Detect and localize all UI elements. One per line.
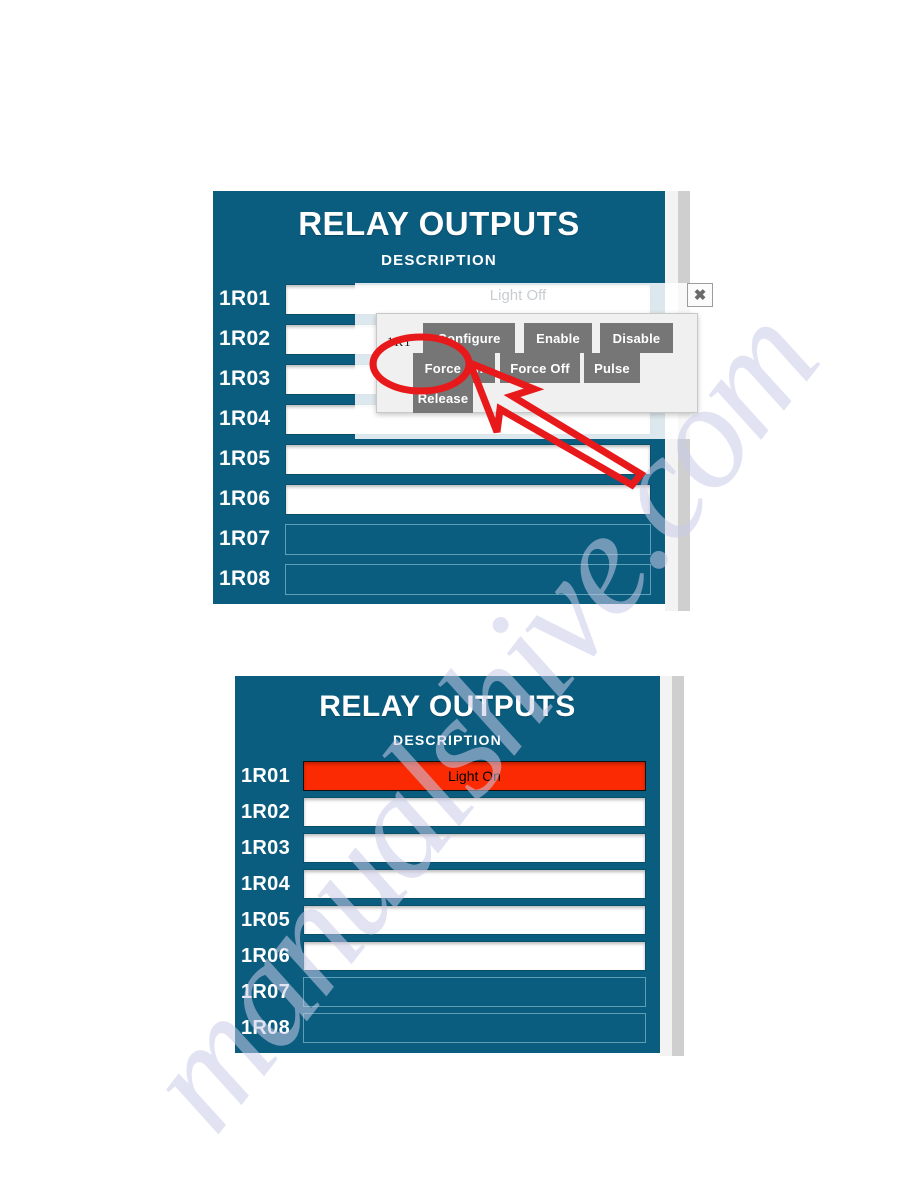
table-row: 1R05 bbox=[213, 439, 655, 479]
relay-description-field bbox=[303, 977, 646, 1007]
popup-point-id: 1R1 bbox=[387, 334, 412, 349]
release-button[interactable]: Release bbox=[413, 383, 473, 413]
disable-button[interactable]: Disable bbox=[600, 323, 673, 353]
relay-point-label: 1R08 bbox=[219, 567, 271, 590]
relay-description-field[interactable] bbox=[285, 483, 651, 515]
table-row: 1R01 Light On bbox=[235, 758, 650, 794]
relay-panel-body-after: RELAY OUTPUTS DESCRIPTION 1R01 Light On 1R… bbox=[235, 676, 660, 1053]
table-row: 1R07 bbox=[213, 519, 655, 559]
relay-description-field[interactable] bbox=[303, 869, 646, 899]
column-header-description: DESCRIPTION bbox=[381, 252, 497, 269]
relay-outputs-panel-after: RELAY OUTPUTS DESCRIPTION 1R01 Light On 1R… bbox=[235, 676, 685, 1056]
relay-description-field[interactable] bbox=[303, 833, 646, 863]
relay-row-list-after: 1R01 Light On 1R02 1R03 1R04 1R05 1R06 1R07 1R08 bbox=[235, 758, 660, 1046]
relay-point-label: 1R08 bbox=[241, 1016, 291, 1039]
relay-description-field[interactable]: Light On bbox=[303, 761, 646, 791]
table-row: 1R06 bbox=[235, 938, 650, 974]
column-header-description-after: DESCRIPTION bbox=[393, 732, 502, 748]
relay-point-label: 1R01 bbox=[219, 287, 271, 310]
relay-point-label: 1R02 bbox=[241, 800, 291, 823]
table-row: 1R02 bbox=[235, 794, 650, 830]
relay-outputs-panel-before: RELAY OUTPUTS DESCRIPTION 1R01 1R02 1R03 1R… bbox=[213, 191, 713, 611]
relay-point-label: 1R07 bbox=[241, 980, 291, 1003]
page-title-after: RELAY OUTPUTS bbox=[319, 690, 576, 723]
relay-point-label: 1R07 bbox=[219, 527, 271, 550]
table-row: 1R08 bbox=[213, 559, 655, 599]
configure-button[interactable]: Configure bbox=[423, 323, 515, 353]
row-value-ghost: Light Off bbox=[489, 287, 547, 304]
table-row: 1R05 bbox=[235, 902, 650, 938]
relay-description-field bbox=[285, 563, 651, 595]
relay-point-label: 1R05 bbox=[219, 447, 271, 470]
table-row: 1R06 bbox=[213, 479, 655, 519]
table-row: 1R08 bbox=[235, 1010, 650, 1046]
force-off-button[interactable]: Force Off bbox=[500, 353, 580, 383]
relay-point-label: 1R05 bbox=[241, 908, 291, 931]
relay-point-label: 1R04 bbox=[219, 407, 271, 430]
relay-description-field[interactable] bbox=[303, 797, 646, 827]
relay-point-label: 1R02 bbox=[219, 327, 271, 350]
relay-point-label: 1R03 bbox=[241, 836, 291, 859]
relay-description-field bbox=[303, 1013, 646, 1043]
page-title: RELAY OUTPUTS bbox=[298, 205, 580, 242]
relay-description-field[interactable] bbox=[285, 443, 651, 475]
table-row: 1R03 bbox=[235, 830, 650, 866]
relay-point-label: 1R06 bbox=[241, 944, 291, 967]
force-on-button[interactable]: Force On bbox=[413, 353, 495, 383]
relay-point-label: 1R04 bbox=[241, 872, 291, 895]
close-icon[interactable]: ✖ bbox=[687, 283, 713, 307]
relay-point-label: 1R03 bbox=[219, 367, 271, 390]
relay-description-field[interactable] bbox=[303, 905, 646, 935]
relay-description-field bbox=[285, 523, 651, 555]
table-row: 1R04 bbox=[235, 866, 650, 902]
relay-point-label: 1R06 bbox=[219, 487, 271, 510]
scrollbar-thumb-after[interactable] bbox=[672, 676, 684, 1056]
pulse-button[interactable]: Pulse bbox=[584, 353, 640, 383]
table-row: 1R07 bbox=[235, 974, 650, 1010]
relay-point-label: 1R01 bbox=[241, 764, 291, 787]
enable-button[interactable]: Enable bbox=[524, 323, 592, 353]
relay-action-popup: 1R1 Configure Enable Disable Force On Fo… bbox=[376, 313, 698, 413]
relay-description-field[interactable] bbox=[303, 941, 646, 971]
